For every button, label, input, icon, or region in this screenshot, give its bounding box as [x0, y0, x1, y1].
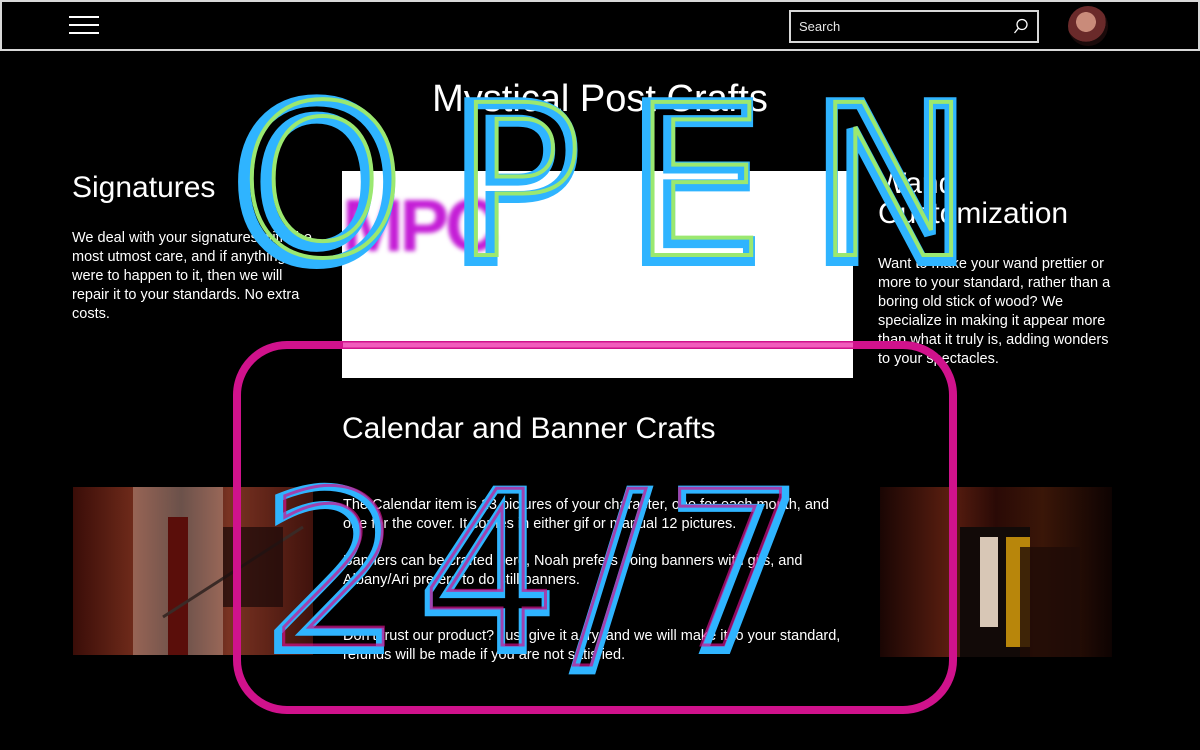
calendar-title: Calendar and Banner Crafts [342, 412, 716, 445]
hero-banner-image: MPC [342, 171, 853, 378]
right-photo [880, 487, 1112, 657]
wand-text: Want to make your wand prettier or more … [878, 256, 1111, 367]
wand-title: Wand Customization [878, 169, 1068, 229]
signatures-text: We deal with your signatures with the mo… [72, 230, 312, 322]
search-input[interactable] [791, 12, 1009, 41]
hamburger-menu-icon[interactable] [69, 16, 99, 36]
header-bar [0, 0, 1200, 51]
search-box[interactable] [789, 10, 1039, 43]
avatar[interactable] [1068, 6, 1108, 46]
hero-logo: MPC [342, 184, 498, 267]
signatures-title: Signatures [72, 171, 216, 204]
wand-title-line2: Customization [878, 197, 1069, 230]
calendar-paragraph-3: Don't trust our product? Just give it a … [343, 628, 841, 663]
calendar-paragraph-2: Banners can be crafted here, Noah prefer… [343, 553, 803, 588]
page-title: Mystical Post Crafts [432, 78, 768, 120]
left-photo [73, 487, 313, 655]
search-icon[interactable] [1013, 18, 1029, 34]
wand-title-line1: Wand [878, 167, 956, 200]
calendar-paragraph-1: The Calendar item is 13 pictures of your… [343, 497, 830, 532]
